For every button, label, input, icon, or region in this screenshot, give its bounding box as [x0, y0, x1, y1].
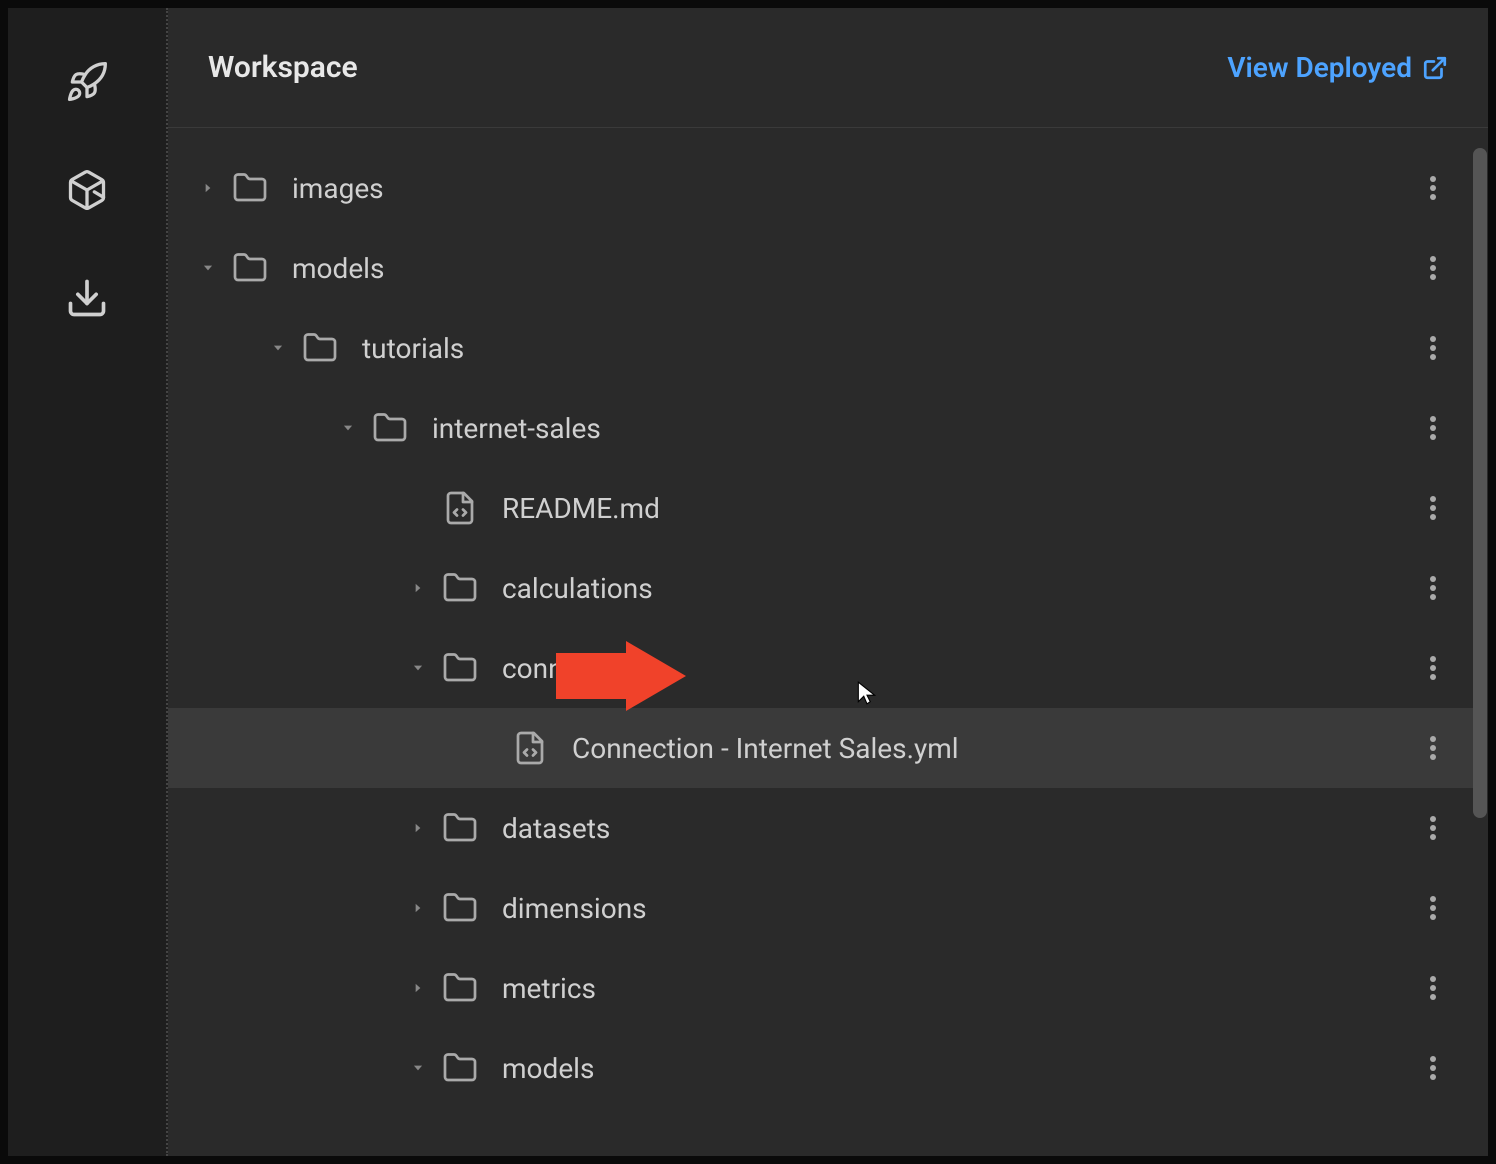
tree-item-metrics[interactable]: metrics — [168, 948, 1478, 1028]
tree-item-label: README.md — [502, 492, 660, 525]
tree-item-connection-internet-sales-yml[interactable]: Connection - Internet Sales.yml — [168, 708, 1478, 788]
more-options-button[interactable] — [1408, 483, 1458, 533]
tree-item-label: connections — [502, 652, 655, 685]
tree-item-label: tutorials — [362, 332, 464, 365]
chevron-right-icon[interactable] — [198, 178, 218, 198]
tree-item-connections[interactable]: connections — [168, 628, 1478, 708]
tree-item-dimensions[interactable]: dimensions — [168, 868, 1478, 948]
folder-icon — [440, 968, 480, 1008]
chevron-right-icon[interactable] — [408, 898, 428, 918]
more-options-button[interactable] — [1408, 723, 1458, 773]
file-icon — [510, 728, 550, 768]
tree-item-label: images — [292, 172, 384, 205]
chevron-down-icon[interactable] — [338, 418, 358, 438]
tree-item-label: models — [502, 1052, 594, 1085]
tree-item-models[interactable]: models — [168, 1028, 1478, 1108]
more-options-button[interactable] — [1408, 883, 1458, 933]
folder-icon — [440, 568, 480, 608]
panel-title: Workspace — [208, 50, 358, 85]
tree-item-images[interactable]: images — [168, 148, 1478, 228]
folder-icon — [440, 808, 480, 848]
scrollbar[interactable] — [1472, 148, 1488, 828]
tree-item-label: models — [292, 252, 384, 285]
tree-item-label: metrics — [502, 972, 596, 1005]
tree-item-tutorials[interactable]: tutorials — [168, 308, 1478, 388]
chevron-right-icon[interactable] — [408, 818, 428, 838]
nav-rail — [8, 8, 168, 1156]
view-deployed-link[interactable]: View Deployed — [1227, 51, 1448, 84]
file-tree: images models tutorials internet-sales READM… — [168, 128, 1488, 1156]
folder-icon — [440, 888, 480, 928]
tree-item-label: dimensions — [502, 892, 647, 925]
more-options-button[interactable] — [1408, 563, 1458, 613]
tree-item-label: Connection - Internet Sales.yml — [572, 732, 959, 765]
tree-item-label: datasets — [502, 812, 610, 845]
folder-icon — [230, 168, 270, 208]
file-icon — [440, 488, 480, 528]
more-options-button[interactable] — [1408, 403, 1458, 453]
chevron-right-icon[interactable] — [408, 578, 428, 598]
folder-icon — [230, 248, 270, 288]
more-options-button[interactable] — [1408, 803, 1458, 853]
tree-item-datasets[interactable]: datasets — [168, 788, 1478, 868]
chevron-down-icon[interactable] — [408, 1058, 428, 1078]
folder-icon — [440, 648, 480, 688]
tree-item-calculations[interactable]: calculations — [168, 548, 1478, 628]
chevron-down-icon[interactable] — [198, 258, 218, 278]
chevron-down-icon[interactable] — [408, 658, 428, 678]
rocket-icon[interactable] — [63, 58, 111, 106]
more-options-button[interactable] — [1408, 323, 1458, 373]
more-options-button[interactable] — [1408, 1043, 1458, 1093]
chevron-down-icon[interactable] — [268, 338, 288, 358]
tree-item-label: calculations — [502, 572, 653, 605]
tree-item-readme-md[interactable]: README.md — [168, 468, 1478, 548]
external-link-icon — [1422, 55, 1448, 81]
more-options-button[interactable] — [1408, 643, 1458, 693]
folder-icon — [300, 328, 340, 368]
workspace-panel: Workspace View Deployed images models tuto… — [168, 8, 1488, 1156]
more-options-button[interactable] — [1408, 163, 1458, 213]
tree-item-models[interactable]: models — [168, 228, 1478, 308]
view-deployed-label: View Deployed — [1227, 51, 1412, 84]
scrollbar-thumb[interactable] — [1473, 148, 1487, 818]
download-icon[interactable] — [63, 274, 111, 322]
folder-icon — [440, 1048, 480, 1088]
more-options-button[interactable] — [1408, 243, 1458, 293]
tree-item-label: internet-sales — [432, 412, 601, 445]
more-options-button[interactable] — [1408, 963, 1458, 1013]
folder-icon — [370, 408, 410, 448]
panel-header: Workspace View Deployed — [168, 8, 1488, 128]
chevron-right-icon[interactable] — [408, 978, 428, 998]
package-icon[interactable] — [63, 166, 111, 214]
tree-item-internet-sales[interactable]: internet-sales — [168, 388, 1478, 468]
